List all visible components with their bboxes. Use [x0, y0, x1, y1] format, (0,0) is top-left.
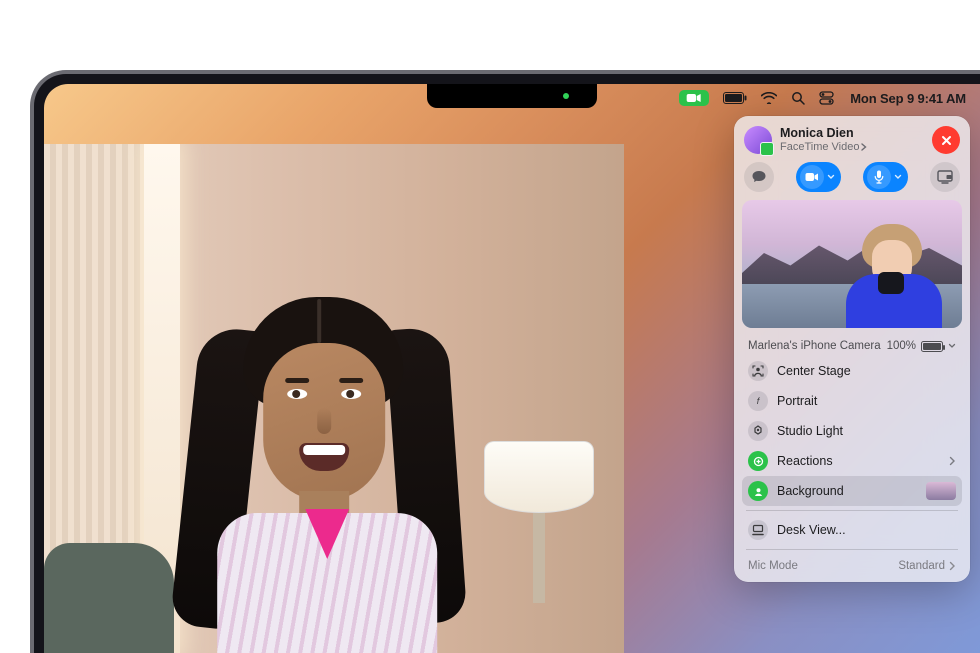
- caller-name: Monica Dien: [780, 127, 867, 141]
- option-label: Background: [777, 484, 844, 498]
- remote-participant: [157, 273, 497, 653]
- mic-mode-row[interactable]: Mic Mode Standard: [742, 554, 962, 574]
- laptop-frame: Mon Sep 9 9:41 AM: [30, 70, 980, 653]
- menubar-datetime[interactable]: Mon Sep 9 9:41 AM: [850, 91, 966, 106]
- video-camera-icon: [805, 172, 819, 182]
- remote-video: [44, 144, 624, 653]
- battery-status-icon[interactable]: [723, 92, 747, 104]
- option-label: Studio Light: [777, 424, 843, 438]
- option-reactions[interactable]: Reactions: [742, 446, 962, 476]
- facetime-controls-panel: Monica Dien FaceTime Video: [734, 116, 970, 582]
- option-label: Desk View...: [777, 523, 846, 537]
- self-preview[interactable]: [742, 200, 962, 328]
- caller-avatar: [744, 126, 772, 154]
- messages-button[interactable]: [744, 162, 774, 192]
- reactions-icon: [748, 451, 768, 471]
- option-studio-light[interactable]: Studio Light: [742, 416, 962, 446]
- microphone-toggle-button[interactable]: [863, 162, 908, 192]
- call-type-link[interactable]: FaceTime Video: [780, 141, 867, 153]
- control-center-icon[interactable]: [819, 91, 834, 105]
- chevron-right-icon: [949, 561, 956, 571]
- center-stage-icon: [748, 361, 768, 381]
- chevron-down-icon: [894, 173, 902, 181]
- option-label: Portrait: [777, 394, 817, 408]
- option-desk-view[interactable]: Desk View...: [742, 515, 962, 545]
- spotlight-icon[interactable]: [791, 91, 805, 105]
- camera-toggle-button[interactable]: [796, 162, 841, 192]
- option-label: Center Stage: [777, 364, 851, 378]
- divider: [746, 510, 958, 511]
- chevron-down-icon: [948, 342, 956, 350]
- mic-mode-value: Standard: [898, 560, 945, 572]
- mic-mode-label: Mic Mode: [748, 560, 798, 572]
- background-thumbnail: [926, 482, 956, 500]
- microphone-icon: [874, 170, 884, 184]
- end-call-button[interactable]: [932, 126, 960, 154]
- studio-light-icon: [748, 421, 768, 441]
- chevron-down-icon: [827, 173, 835, 181]
- desk-view-icon: [748, 520, 768, 540]
- screen: Mon Sep 9 9:41 AM: [44, 84, 980, 653]
- battery-icon: [921, 341, 943, 352]
- wifi-icon[interactable]: [761, 92, 777, 104]
- divider: [746, 549, 958, 550]
- facetime-active-indicator[interactable]: [679, 90, 709, 106]
- svg-text:f: f: [757, 396, 761, 406]
- option-label: Reactions: [777, 454, 833, 468]
- display-notch: [427, 84, 597, 108]
- option-portrait[interactable]: f Portrait: [742, 386, 962, 416]
- camera-source-row[interactable]: Marlena's iPhone Camera 100%: [742, 336, 962, 356]
- screen-share-button[interactable]: [930, 162, 960, 192]
- option-center-stage[interactable]: Center Stage: [742, 356, 962, 386]
- camera-source-label: Marlena's iPhone Camera: [748, 340, 881, 352]
- camera-battery-percent: 100%: [887, 340, 916, 352]
- portrait-icon: f: [748, 391, 768, 411]
- background-icon: [748, 481, 768, 501]
- option-background[interactable]: Background: [742, 476, 962, 506]
- chevron-right-icon: [949, 456, 956, 466]
